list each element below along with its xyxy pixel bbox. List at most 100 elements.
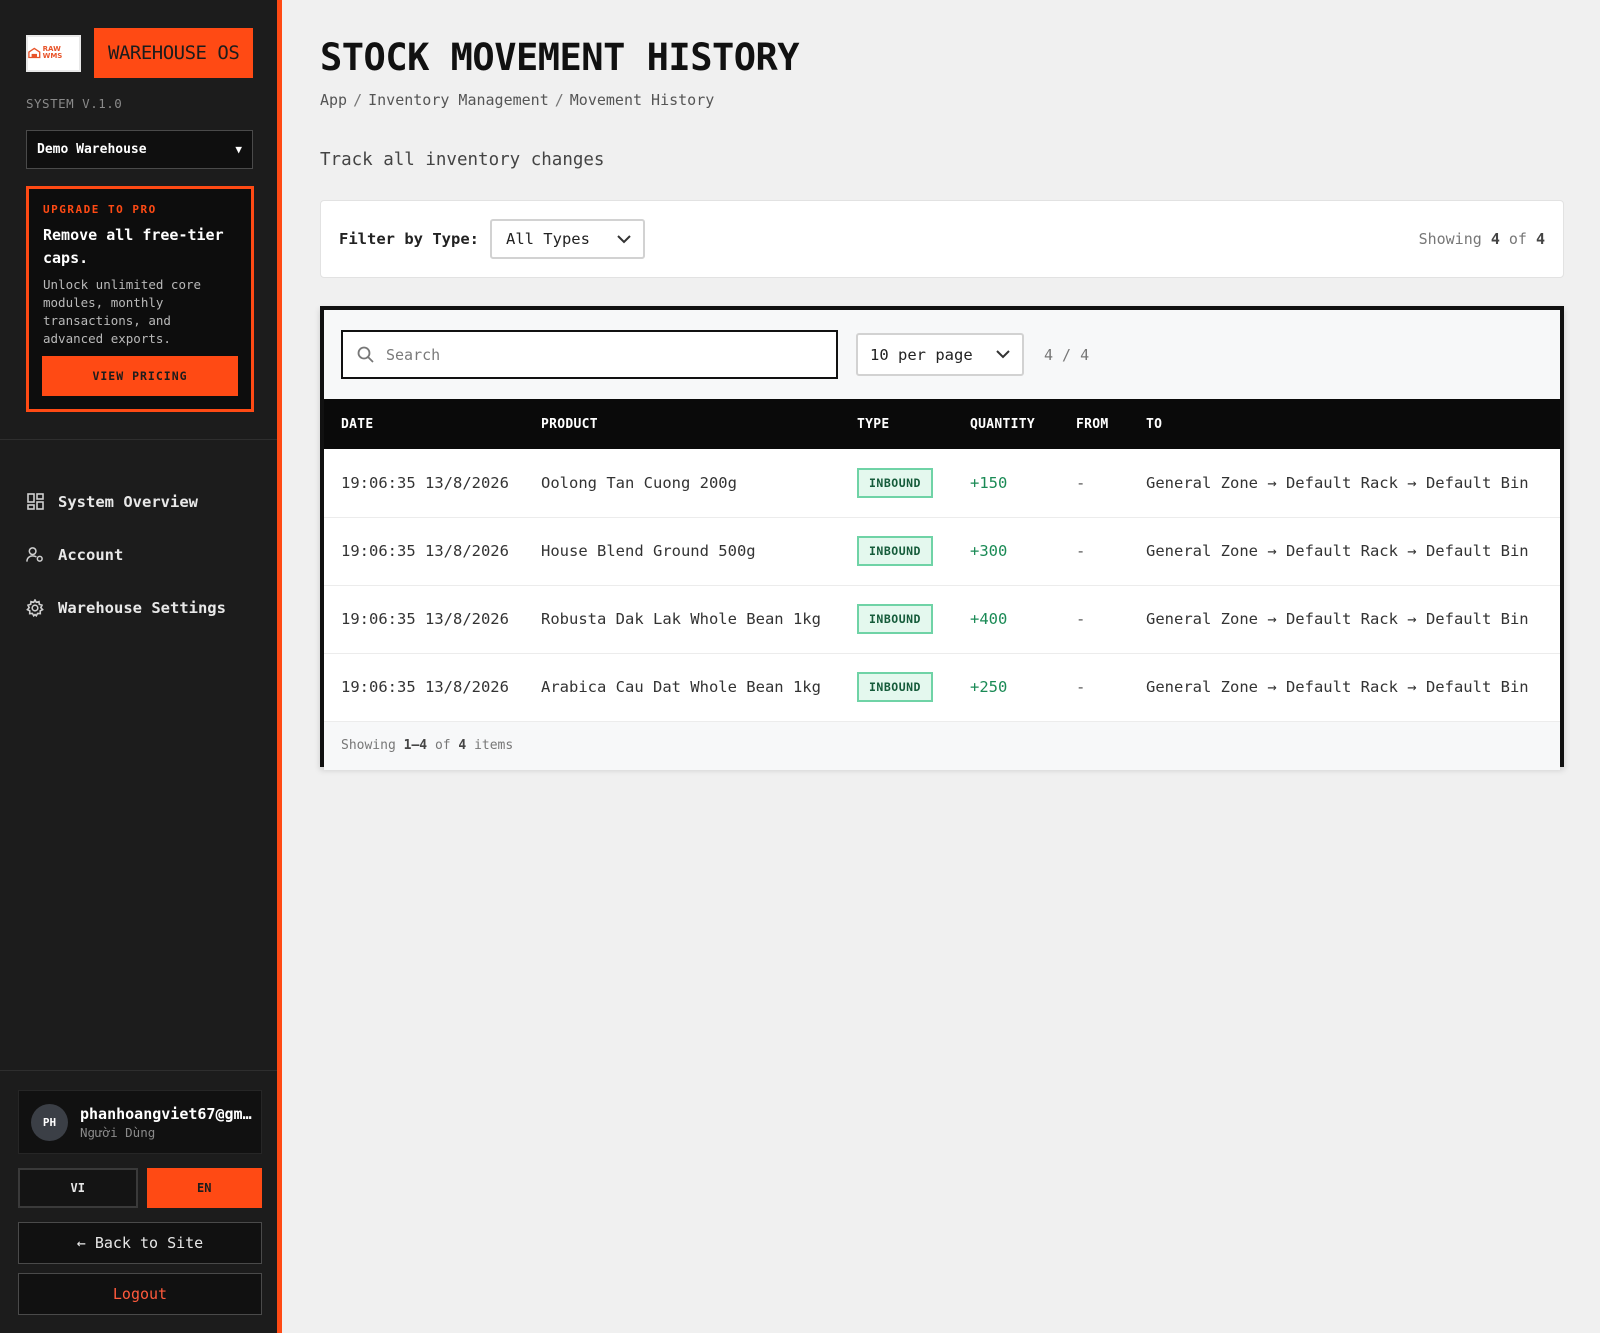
cell-from: - [1076, 610, 1086, 628]
per-page-select[interactable]: 10 per page [856, 333, 1024, 376]
table-row[interactable]: 19:06:35 13/8/2026 Arabica Cau Dat Whole… [324, 653, 1560, 721]
footer-prefix: Showing [341, 738, 396, 753]
cell-product: House Blend Ground 500g [541, 542, 756, 560]
sidebar: RAW WMS WAREHOUSE OS SYSTEM V.1.0 Demo W… [0, 0, 282, 1333]
cell-to: General Zone → Default Rack → Default Bi… [1146, 542, 1529, 560]
system-version: SYSTEM V.1.0 [26, 96, 123, 111]
movement-table-card: Search 10 per page 4 / 4 DATE PRODUCT TY… [320, 306, 1564, 770]
column-header-to[interactable]: TO [1129, 399, 1560, 449]
column-header-product[interactable]: PRODUCT [524, 399, 840, 449]
cell-product: Arabica Cau Dat Whole Bean 1kg [541, 678, 821, 696]
grid-icon [26, 493, 44, 511]
footer-of: of [434, 738, 451, 753]
sidebar-item-label: Account [58, 545, 124, 564]
showing-total: 4 [1535, 230, 1545, 248]
user-profile-card[interactable]: PH phanhoangviet67@gmail.com Người Dùng [18, 1090, 262, 1154]
brand-title: WAREHOUSE OS [94, 28, 254, 78]
breadcrumb: App / Inventory Management / Movement Histor… [320, 91, 714, 109]
upgrade-promo-card: UPGRADE TO PRO Remove all free-tier caps… [26, 186, 254, 412]
chevron-down-icon [996, 350, 1010, 359]
table-toolbar: Search 10 per page 4 / 4 [324, 310, 1560, 399]
sidebar-divider [0, 1070, 277, 1071]
cell-to: General Zone → Default Rack → Default Bi… [1146, 610, 1529, 628]
gear-icon [26, 598, 44, 617]
footer-total: 4 [458, 738, 467, 753]
page-count: 4 / 4 [1044, 345, 1090, 364]
per-page-value: 10 per page [870, 345, 973, 364]
sidebar-item-label: System Overview [58, 492, 198, 511]
logo-text: RAW WMS [42, 45, 63, 60]
cell-quantity: +400 [970, 610, 1008, 628]
logout-button[interactable]: Logout [18, 1273, 262, 1315]
column-header-type[interactable]: TYPE [840, 399, 953, 449]
cell-quantity: +150 [970, 473, 1008, 492]
warehouse-select[interactable]: Demo Warehouse ▼ [26, 130, 253, 169]
lang-en-button[interactable]: EN [146, 1168, 262, 1208]
type-filter-value: All Types [505, 230, 590, 248]
view-pricing-button[interactable]: VIEW PRICING [42, 356, 238, 396]
table-row[interactable]: 19:06:35 13/8/2026 House Blend Ground 50… [324, 517, 1560, 585]
type-badge: INBOUND [857, 536, 933, 566]
user-meta: phanhoangviet67@gmail.com Người Dùng [80, 1105, 252, 1140]
type-badge: INBOUND [857, 604, 933, 634]
cell-to: General Zone → Default Rack → Default Bi… [1146, 678, 1529, 696]
cell-type: INBOUND [840, 449, 953, 517]
language-switcher: VI EN [18, 1168, 262, 1208]
user-email: phanhoangviet67@gmail.com [80, 1104, 252, 1123]
cell-date: 19:06:35 13/8/2026 [341, 473, 509, 492]
cell-date: 19:06:35 13/8/2026 [341, 610, 509, 628]
cell-to: General Zone → Default Rack → Default Bi… [1146, 473, 1529, 492]
search-icon [357, 346, 374, 363]
page-subtitle: Track all inventory changes [320, 150, 605, 170]
lang-vi-button[interactable]: VI [18, 1168, 138, 1208]
breadcrumb-item-inventory[interactable]: Inventory Management [368, 91, 549, 109]
warehouse-logo-icon [28, 47, 41, 59]
filter-bar: Filter by Type: All Types Showing 4 of 4 [320, 200, 1564, 278]
breadcrumb-item-current: Movement History [569, 91, 715, 109]
company-logo[interactable]: RAW WMS [26, 34, 81, 72]
breadcrumb-separator: / [353, 91, 363, 109]
movement-table: DATE PRODUCT TYPE QUANTITY FROM TO 19:06… [324, 399, 1560, 722]
type-filter-select[interactable]: All Types [489, 219, 645, 259]
cell-from: - [1076, 542, 1086, 560]
filter-result-count: Showing 4 of 4 [1419, 230, 1545, 248]
breadcrumb-separator: / [554, 91, 564, 109]
showing-count: 4 [1490, 230, 1500, 248]
warehouse-select-value: Demo Warehouse [37, 142, 147, 157]
promo-body: Unlock unlimited core modules, monthly t… [43, 277, 202, 346]
table-header: DATE PRODUCT TYPE QUANTITY FROM TO [324, 399, 1560, 449]
sidebar-item-warehouse-settings[interactable]: Warehouse Settings [26, 581, 226, 634]
cell-type: INBOUND [840, 517, 953, 585]
caret-down-icon: ▼ [235, 143, 242, 156]
search-placeholder: Search [386, 345, 441, 364]
page-title: STOCK MOVEMENT HISTORY [320, 36, 800, 79]
cell-date: 19:06:35 13/8/2026 [341, 542, 509, 560]
type-badge: INBOUND [857, 467, 933, 498]
brand: RAW WMS WAREHOUSE OS [26, 28, 254, 78]
showing-prefix: Showing [1418, 230, 1482, 248]
table-row[interactable]: 19:06:35 13/8/2026 Robusta Dak Lak Whole… [324, 585, 1560, 653]
cell-from: - [1076, 473, 1086, 492]
column-header-from[interactable]: FROM [1059, 399, 1129, 449]
sidebar-item-system-overview[interactable]: System Overview [26, 475, 226, 528]
chevron-down-icon [617, 234, 631, 243]
table-row[interactable]: 19:06:35 13/8/2026 Oolong Tan Cuong 200g… [324, 449, 1560, 517]
breadcrumb-item-app[interactable]: App [320, 91, 347, 109]
column-header-quantity[interactable]: QUANTITY [953, 399, 1059, 449]
type-badge: INBOUND [857, 672, 933, 702]
table-footer: Showing 1–4 of 4 items [324, 721, 1560, 770]
filter-label: Filter by Type: [339, 230, 479, 248]
cell-quantity: +300 [970, 542, 1008, 560]
back-to-site-button[interactable]: ← Back to Site [18, 1222, 262, 1264]
cell-type: INBOUND [840, 585, 953, 653]
footer-range: 1–4 [403, 738, 428, 753]
cell-date: 19:06:35 13/8/2026 [341, 678, 509, 696]
cell-product: Oolong Tan Cuong 200g [541, 473, 737, 492]
column-header-date[interactable]: DATE [324, 399, 524, 449]
sidebar-item-account[interactable]: Account [26, 528, 226, 581]
user-gear-icon [26, 546, 44, 564]
table-body: 19:06:35 13/8/2026 Oolong Tan Cuong 200g… [324, 449, 1560, 721]
sidebar-divider [0, 439, 277, 440]
sidebar-nav: System Overview Account Warehouse Settin… [26, 475, 226, 634]
search-input[interactable]: Search [341, 330, 838, 379]
